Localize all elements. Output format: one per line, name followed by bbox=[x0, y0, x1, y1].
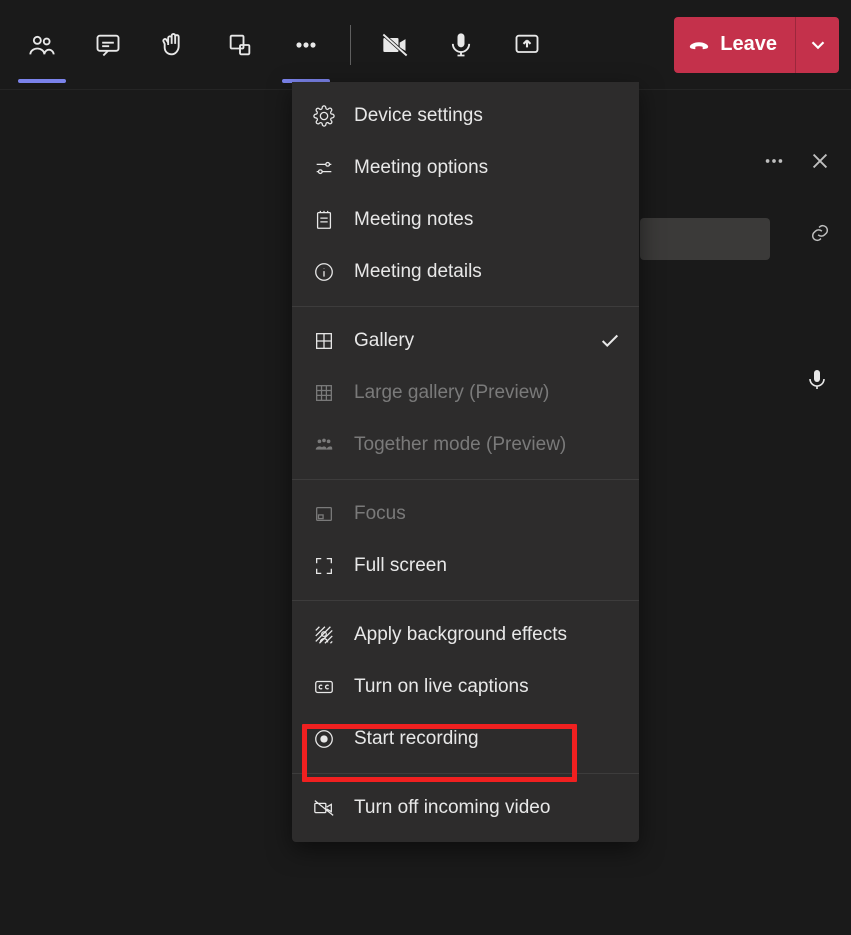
video-off-icon bbox=[312, 796, 336, 820]
more-options-icon[interactable] bbox=[763, 150, 785, 177]
gear-icon bbox=[312, 104, 336, 128]
info-icon bbox=[312, 260, 336, 284]
menu-background-effects[interactable]: Apply background effects bbox=[292, 609, 639, 661]
link-icon[interactable] bbox=[809, 222, 831, 249]
meeting-toolbar: Leave bbox=[0, 0, 851, 90]
share-screen-button[interactable] bbox=[497, 15, 557, 75]
menu-item-label: Device settings bbox=[354, 105, 483, 127]
microphone-button[interactable] bbox=[431, 15, 491, 75]
menu-focus: Focus bbox=[292, 488, 639, 540]
more-actions-button[interactable] bbox=[276, 15, 336, 75]
record-icon bbox=[312, 727, 336, 751]
leave-dropdown-button[interactable] bbox=[795, 17, 839, 73]
menu-item-label: Focus bbox=[354, 503, 406, 525]
panel-input-background bbox=[640, 218, 770, 260]
menu-item-label: Meeting options bbox=[354, 157, 488, 179]
raise-hand-button[interactable] bbox=[144, 15, 204, 75]
participants-button[interactable] bbox=[12, 15, 72, 75]
menu-meeting-options[interactable]: Meeting options bbox=[292, 142, 639, 194]
leave-button[interactable]: Leave bbox=[674, 17, 795, 73]
menu-large-gallery: Large gallery (Preview) bbox=[292, 367, 639, 419]
menu-together-mode: Together mode (Preview) bbox=[292, 419, 639, 471]
menu-full-screen[interactable]: Full screen bbox=[292, 540, 639, 592]
background-icon bbox=[312, 623, 336, 647]
menu-item-label: Meeting details bbox=[354, 261, 482, 283]
menu-item-label: Turn off incoming video bbox=[354, 797, 550, 819]
grid-3x3-icon bbox=[312, 381, 336, 405]
more-actions-menu: Device settings Meeting options Meeting … bbox=[292, 82, 639, 842]
menu-item-label: Together mode (Preview) bbox=[354, 434, 566, 456]
check-icon bbox=[599, 330, 621, 352]
fullscreen-icon bbox=[312, 554, 336, 578]
notes-icon bbox=[312, 208, 336, 232]
menu-item-label: Meeting notes bbox=[354, 209, 473, 231]
breakout-rooms-button[interactable] bbox=[210, 15, 270, 75]
compose-mic-icon[interactable] bbox=[805, 368, 829, 397]
grid-2x2-icon bbox=[312, 329, 336, 353]
captions-icon bbox=[312, 675, 336, 699]
close-icon[interactable] bbox=[809, 150, 831, 177]
menu-item-label: Gallery bbox=[354, 330, 414, 352]
menu-item-label: Apply background effects bbox=[354, 624, 567, 646]
chat-button[interactable] bbox=[78, 15, 138, 75]
menu-item-label: Start recording bbox=[354, 728, 479, 750]
menu-item-label: Turn on live captions bbox=[354, 676, 529, 698]
menu-item-label: Full screen bbox=[354, 555, 447, 577]
leave-label: Leave bbox=[720, 33, 777, 56]
focus-icon bbox=[312, 502, 336, 526]
menu-live-captions[interactable]: Turn on live captions bbox=[292, 661, 639, 713]
menu-gallery[interactable]: Gallery bbox=[292, 315, 639, 367]
sliders-icon bbox=[312, 156, 336, 180]
menu-device-settings[interactable]: Device settings bbox=[292, 90, 639, 142]
people-group-icon bbox=[312, 433, 336, 457]
menu-start-recording[interactable]: Start recording bbox=[292, 713, 639, 765]
menu-meeting-details[interactable]: Meeting details bbox=[292, 246, 639, 298]
menu-meeting-notes[interactable]: Meeting notes bbox=[292, 194, 639, 246]
toolbar-divider bbox=[350, 25, 351, 65]
menu-turn-off-incoming-video[interactable]: Turn off incoming video bbox=[292, 782, 639, 834]
camera-off-button[interactable] bbox=[365, 15, 425, 75]
menu-item-label: Large gallery (Preview) bbox=[354, 382, 549, 404]
